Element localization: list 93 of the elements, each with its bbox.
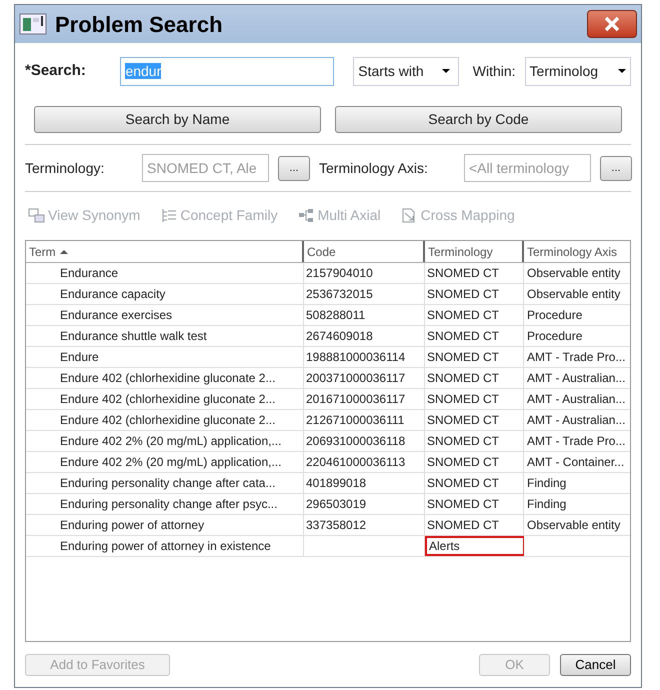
caret-icon xyxy=(442,69,450,73)
table-row[interactable]: Endure 402 (chlorhexidine gluconate 2... 212671000036111 SNOMED CT AMT - Australian... xyxy=(26,410,630,431)
code-cell-text: 401899018 xyxy=(306,475,366,492)
browse-button[interactable]: ... xyxy=(278,156,310,180)
code-cell-text: 337358012 xyxy=(306,517,366,534)
axis-cell-text: Finding xyxy=(527,475,566,492)
terminology-cell-text: SNOMED CT xyxy=(427,349,499,366)
terminology-cell-text: Alerts xyxy=(429,538,460,555)
table-row[interactable]: Endure 402 2% (20 mg/mL) application,... 220461000036113 SNOMED CT AMT - Container... xyxy=(26,452,630,473)
search-value: endur xyxy=(125,63,162,79)
term-cell-text: Endurance xyxy=(60,265,118,282)
terminology-cell-text: SNOMED CT xyxy=(427,496,499,513)
browse-button[interactable]: ... xyxy=(600,156,632,180)
column-header[interactable]: Code xyxy=(304,241,425,262)
terminology-cell-text: SNOMED CT xyxy=(427,265,499,282)
term-cell-text: Enduring power of attorney in existence xyxy=(60,538,271,555)
code-cell-text: 201671000036117 xyxy=(306,391,406,408)
code-cell-text: 508288011 xyxy=(306,307,366,324)
axis-cell-text: Finding xyxy=(527,496,566,513)
term-cell-text: Enduring power of attorney xyxy=(60,517,204,534)
filter-label: Terminology: xyxy=(25,158,106,178)
term-cell-text: Endure xyxy=(60,349,99,366)
terminology-cell-text: SNOMED CT xyxy=(427,307,499,324)
table-row[interactable]: Endure 402 2% (20 mg/mL) application,... 206931000036118 SNOMED CT AMT - Trade Pro... xyxy=(26,431,630,452)
close-button[interactable] xyxy=(587,10,637,38)
dialog-button[interactable]: Cancel xyxy=(560,654,631,676)
terminology-cell-text: SNOMED CT xyxy=(427,391,499,408)
tree-icon xyxy=(160,208,178,224)
code-cell-text: 200371000036117 xyxy=(306,370,406,387)
terminology-cell-text: SNOMED CT xyxy=(427,286,499,303)
match-dropdown[interactable]: Starts with xyxy=(353,56,459,86)
table-row[interactable]: Enduring personality change after psyc... 296503019 SNOMED CT Finding xyxy=(26,494,630,515)
table-row[interactable]: Enduring power of attorney 337358012 SNOMED CT Observable entity xyxy=(26,515,630,536)
close-icon xyxy=(604,16,620,32)
table-row[interactable]: Endurance exercises 508288011 SNOMED CT Procedure xyxy=(26,305,630,326)
axis-cell-text: AMT - Australian... xyxy=(527,412,626,429)
axis-cell-text: AMT - Australian... xyxy=(527,370,626,387)
term-cell-text: Endure 402 2% (20 mg/mL) application,... xyxy=(60,454,282,471)
axis-cell-text: AMT - Trade Pro... xyxy=(527,433,626,450)
table-row[interactable]: Enduring personality change after cata... 401899018 SNOMED CT Finding xyxy=(26,473,630,494)
column-header[interactable]: Terminology Axis xyxy=(524,241,630,262)
within-dropdown[interactable]: Terminolog xyxy=(524,56,631,86)
axis-cell-text: Procedure xyxy=(527,307,582,324)
table-row[interactable]: Endurance capacity 2536732015 SNOMED CT Observable entity xyxy=(26,284,630,305)
axis-cell-text: AMT - Australian... xyxy=(527,391,626,408)
hierarchy-icon xyxy=(298,208,316,224)
window-title: Problem Search xyxy=(55,10,224,38)
search-label: *Search: xyxy=(25,60,87,81)
term-cell-text: Enduring personality change after psyc... xyxy=(60,496,278,513)
table-row[interactable]: Endurance shuttle walk test 2674609018 SNOMED CT Procedure xyxy=(26,326,630,347)
terminology-cell-text: SNOMED CT xyxy=(427,370,499,387)
axis-cell-text: Observable entity xyxy=(527,265,620,282)
column-header[interactable]: Terminology xyxy=(425,241,524,262)
code-cell-text: 2157904010 xyxy=(306,265,373,282)
term-cell-text: Enduring personality change after cata... xyxy=(60,475,276,492)
app-icon xyxy=(19,12,47,36)
axis-cell-text: Observable entity xyxy=(527,286,620,303)
code-cell-text: 2674609018 xyxy=(306,328,373,345)
windows-icon xyxy=(28,208,46,224)
axis-cell-text: Procedure xyxy=(527,328,582,345)
search-button[interactable]: Search by Name xyxy=(34,106,321,133)
code-cell-text: 206931000036118 xyxy=(306,433,406,450)
term-cell-text: Endure 402 (chlorhexidine gluconate 2... xyxy=(60,412,276,429)
table-row[interactable]: Endure 402 (chlorhexidine gluconate 2... 200371000036117 SNOMED CT AMT - Australian... xyxy=(26,368,630,389)
axis-cell-text: AMT - Container... xyxy=(527,454,624,471)
terminology-cell-text: SNOMED CT xyxy=(427,454,499,471)
code-cell-text: 2536732015 xyxy=(306,286,373,303)
term-cell-text: Endurance exercises xyxy=(60,307,172,324)
table-row[interactable]: Enduring power of attorney in existence Alerts xyxy=(26,536,630,557)
code-cell-text: 212671000036111 xyxy=(306,412,404,429)
term-cell-text: Endure 402 (chlorhexidine gluconate 2... xyxy=(60,370,276,387)
axis-cell-text: Observable entity xyxy=(527,517,620,534)
terminology-cell-text: SNOMED CT xyxy=(427,475,499,492)
term-cell-text: Endurance shuttle walk test xyxy=(60,328,207,345)
column-header[interactable]: Term xyxy=(26,241,304,262)
search-button[interactable]: Search by Code xyxy=(335,106,622,133)
table-row[interactable]: Endure 402 (chlorhexidine gluconate 2... 201671000036117 SNOMED CT AMT - Australian... xyxy=(26,389,630,410)
table-row[interactable]: Endurance 2157904010 SNOMED CT Observable entity xyxy=(26,263,630,284)
table-row[interactable]: Endure 198881000036114 SNOMED CT AMT - Trade Pro... xyxy=(26,347,630,368)
filter-label: Terminology Axis: xyxy=(319,158,429,178)
within-label: Within: xyxy=(472,62,516,80)
term-cell-text: Endure 402 (chlorhexidine gluconate 2... xyxy=(60,391,276,408)
axis-cell-text: AMT - Trade Pro... xyxy=(527,349,626,366)
code-cell-text: 220461000036113 xyxy=(306,454,406,471)
terminology-cell-text: SNOMED CT xyxy=(427,328,499,345)
code-cell-text: 198881000036114 xyxy=(306,349,406,366)
caret-icon xyxy=(618,69,626,73)
code-cell-text: 296503019 xyxy=(306,496,366,513)
terminology-cell-text: SNOMED CT xyxy=(427,433,499,450)
terminology-cell-text: SNOMED CT xyxy=(427,517,499,534)
terminology-cell-text: SNOMED CT xyxy=(427,412,499,429)
term-cell-text: Endurance capacity xyxy=(60,286,166,303)
term-cell-text: Endure 402 2% (20 mg/mL) application,... xyxy=(60,433,282,450)
